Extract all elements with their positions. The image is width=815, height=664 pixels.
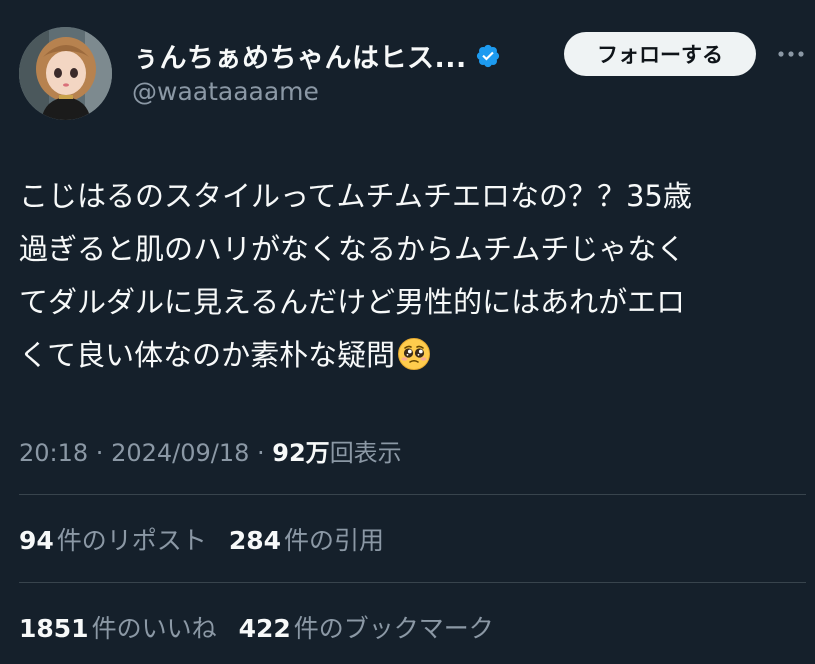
follow-button[interactable]: フォローする: [564, 32, 756, 76]
tweet-text-line: 過ぎると肌のハリがなくなるからムチムチじゃなく: [19, 232, 686, 266]
bookmarks-stat[interactable]: 422 件のブックマーク: [239, 609, 494, 645]
tweet-text-line-content: くて良い体なのか素朴な疑問: [19, 338, 396, 372]
divider: [19, 582, 806, 583]
more-horizontal-icon[interactable]: [776, 44, 806, 64]
views-label: 回表示: [329, 439, 402, 467]
doll-avatar-image: [19, 27, 112, 120]
tweet-time[interactable]: 20:18: [19, 439, 88, 467]
quotes-label: 件の引用: [284, 526, 385, 555]
author-name-row[interactable]: ぅんちぁめちゃんはヒス...: [132, 36, 501, 75]
tweet-text-line: こじはるのスタイルってムチムチエロなの？？35歳: [19, 179, 692, 213]
reposts-count: 94: [19, 526, 54, 555]
pleading-face-emoji-icon: [397, 335, 431, 370]
divider: [19, 494, 806, 495]
tweet-date[interactable]: 2024/09/18: [111, 439, 249, 467]
bookmarks-label: 件のブックマーク: [293, 614, 494, 643]
stats-row-reposts-quotes: 94 件のリポスト 284 件の引用: [19, 521, 384, 557]
author-display-name[interactable]: ぅんちぁめちゃんはヒス...: [132, 36, 467, 75]
meta-separator: ·: [88, 439, 112, 467]
quotes-stat[interactable]: 284 件の引用: [229, 521, 384, 557]
tweet-text: こじはるのスタイルってムチムチエロなの？？35歳 過ぎると肌のハリがなくなるから…: [19, 170, 804, 382]
likes-count: 1851: [19, 614, 89, 643]
tweet-text-line: てダルダルに見えるんだけど男性的にはあれがエロ: [19, 285, 686, 319]
likes-stat[interactable]: 1851 件のいいね: [19, 609, 217, 645]
tweet-text-line-last: くて良い体なのか素朴な疑問: [19, 329, 804, 382]
reposts-stat[interactable]: 94 件のリポスト: [19, 521, 207, 557]
avatar[interactable]: [19, 27, 112, 120]
likes-label: 件のいいね: [91, 614, 217, 643]
bookmarks-count: 422: [238, 614, 291, 643]
verified-badge-icon[interactable]: [475, 43, 501, 69]
reposts-label: 件のリポスト: [56, 526, 207, 555]
stats-row-likes-bookmarks: 1851 件のいいね 422 件のブックマーク: [19, 609, 494, 645]
meta-separator: ·: [249, 439, 273, 467]
tweet-meta: 20:18 · 2024/09/18 · 92万回表示: [19, 433, 402, 468]
views-count: 92万: [272, 439, 330, 467]
quotes-count: 284: [228, 526, 281, 555]
author-handle[interactable]: @waataaaame: [132, 77, 319, 106]
